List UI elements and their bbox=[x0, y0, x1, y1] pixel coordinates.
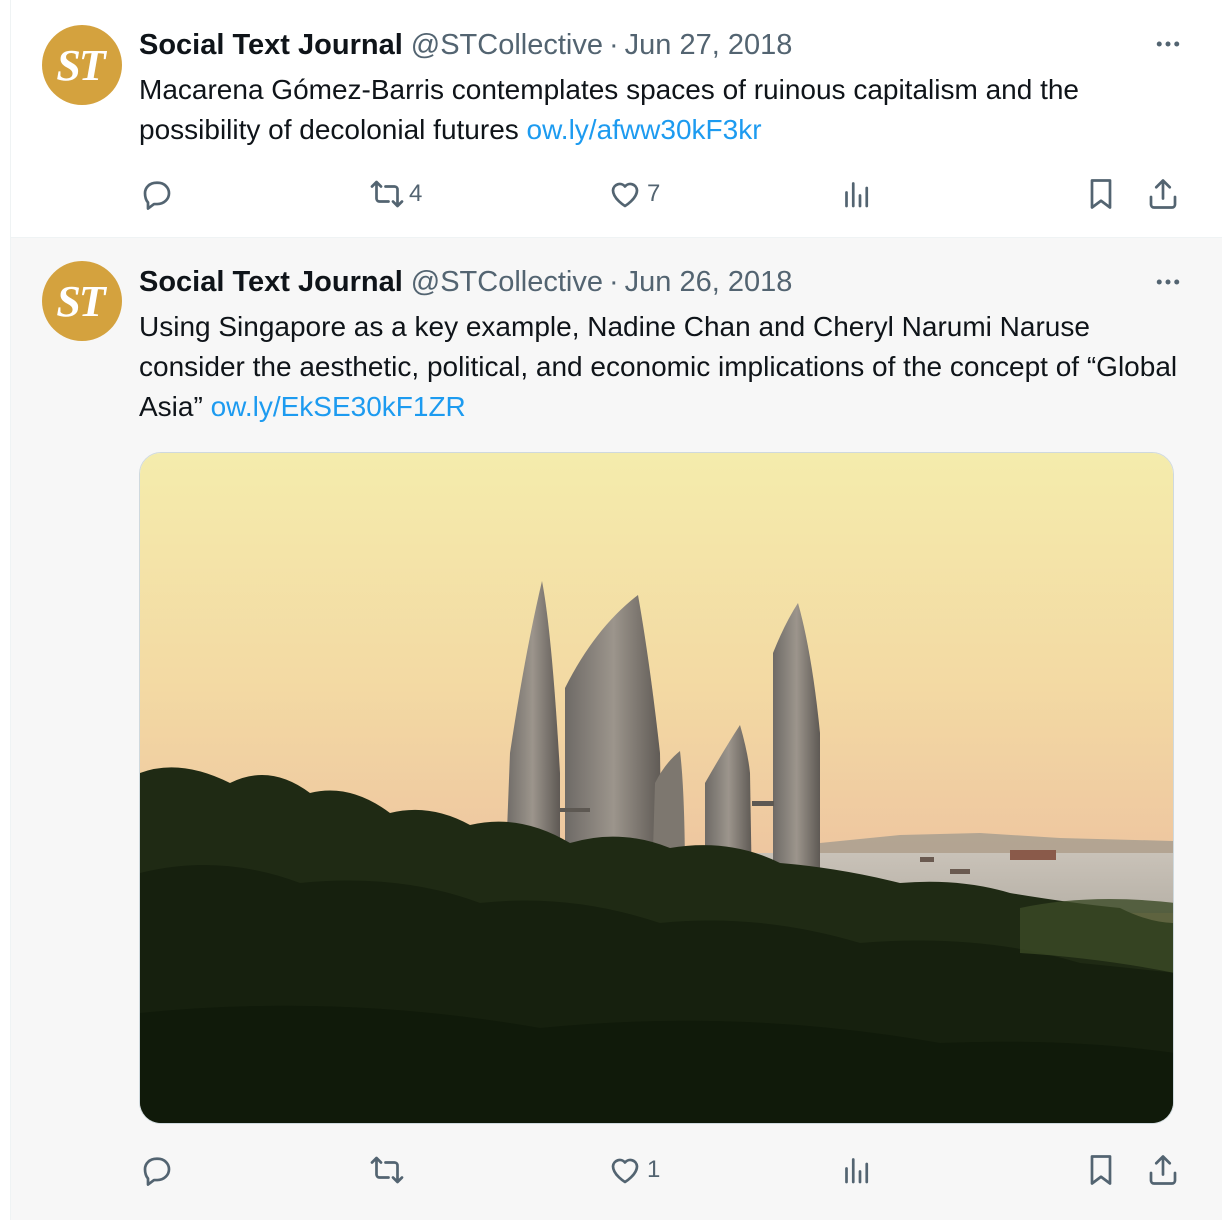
header-separator: · bbox=[608, 28, 619, 61]
heart-icon bbox=[611, 1158, 639, 1184]
retweet-button[interactable]: 4 bbox=[369, 174, 422, 214]
share-icon bbox=[1149, 179, 1177, 209]
timeline-feed: ST Social Text Journal @STCollective · J… bbox=[0, 0, 1222, 1220]
tweet-date[interactable]: Jun 26, 2018 bbox=[625, 266, 793, 299]
views-button[interactable] bbox=[839, 1150, 875, 1190]
skyline-photo bbox=[140, 453, 1173, 1123]
reply-button[interactable] bbox=[139, 174, 175, 214]
retweet-count: 4 bbox=[409, 180, 423, 207]
author-handle[interactable]: @STCollective bbox=[411, 266, 603, 299]
heart-icon bbox=[611, 182, 639, 208]
tweet-actions: 1 bbox=[139, 1150, 1183, 1190]
tweet-link[interactable]: ow.ly/afww30kF3kr bbox=[527, 114, 762, 145]
reply-button[interactable] bbox=[139, 1150, 175, 1190]
bookmark-icon bbox=[1090, 1155, 1112, 1185]
tweet-link[interactable]: ow.ly/EkSE30kF1ZR bbox=[211, 391, 466, 422]
bookmark-button[interactable] bbox=[1083, 1150, 1119, 1190]
bookmark-button[interactable] bbox=[1083, 174, 1119, 214]
author-name[interactable]: Social Text Journal bbox=[139, 29, 403, 62]
views-icon bbox=[845, 1158, 869, 1184]
author-handle[interactable]: @STCollective bbox=[411, 29, 603, 62]
tweet-actions: 4 7 bbox=[139, 174, 1183, 214]
tweet-photo[interactable] bbox=[139, 452, 1174, 1124]
views-icon bbox=[845, 182, 869, 208]
tweet[interactable]: ST Social Text Journal @STCollective · J… bbox=[10, 0, 1222, 238]
avatar[interactable]: ST bbox=[42, 25, 122, 105]
avatar-logo-text: ST bbox=[56, 276, 105, 326]
like-button[interactable]: 1 bbox=[607, 1150, 660, 1190]
header-separator: · bbox=[608, 265, 619, 298]
tweet-header: Social Text Journal @STCollective · Jun … bbox=[139, 262, 792, 302]
tweet-header: Social Text Journal @STCollective · Jun … bbox=[139, 25, 792, 65]
more-icon[interactable] bbox=[1150, 26, 1186, 62]
author-name[interactable]: Social Text Journal bbox=[139, 266, 403, 299]
retweet-icon bbox=[370, 1156, 404, 1184]
like-count: 1 bbox=[647, 1156, 661, 1183]
like-button[interactable]: 7 bbox=[607, 174, 660, 214]
tweet-text: Macarena Gómez-Barris contemplates space… bbox=[139, 70, 1179, 150]
share-button[interactable] bbox=[1145, 1150, 1181, 1190]
share-button[interactable] bbox=[1145, 174, 1181, 214]
bookmark-icon bbox=[1090, 179, 1112, 209]
avatar-logo-text: ST bbox=[56, 40, 105, 90]
more-icon[interactable] bbox=[1150, 264, 1186, 300]
tweet[interactable]: ST Social Text Journal @STCollective · J… bbox=[10, 238, 1222, 1220]
reply-icon bbox=[143, 181, 171, 210]
avatar[interactable]: ST bbox=[42, 261, 122, 341]
share-icon bbox=[1149, 1155, 1177, 1185]
tweet-date[interactable]: Jun 27, 2018 bbox=[625, 29, 793, 62]
like-count: 7 bbox=[647, 180, 661, 207]
retweet-icon bbox=[370, 180, 404, 208]
retweet-button[interactable] bbox=[369, 1150, 409, 1190]
views-button[interactable] bbox=[839, 174, 875, 214]
tweet-text: Using Singapore as a key example, Nadine… bbox=[139, 307, 1179, 427]
reply-icon bbox=[143, 1157, 171, 1186]
